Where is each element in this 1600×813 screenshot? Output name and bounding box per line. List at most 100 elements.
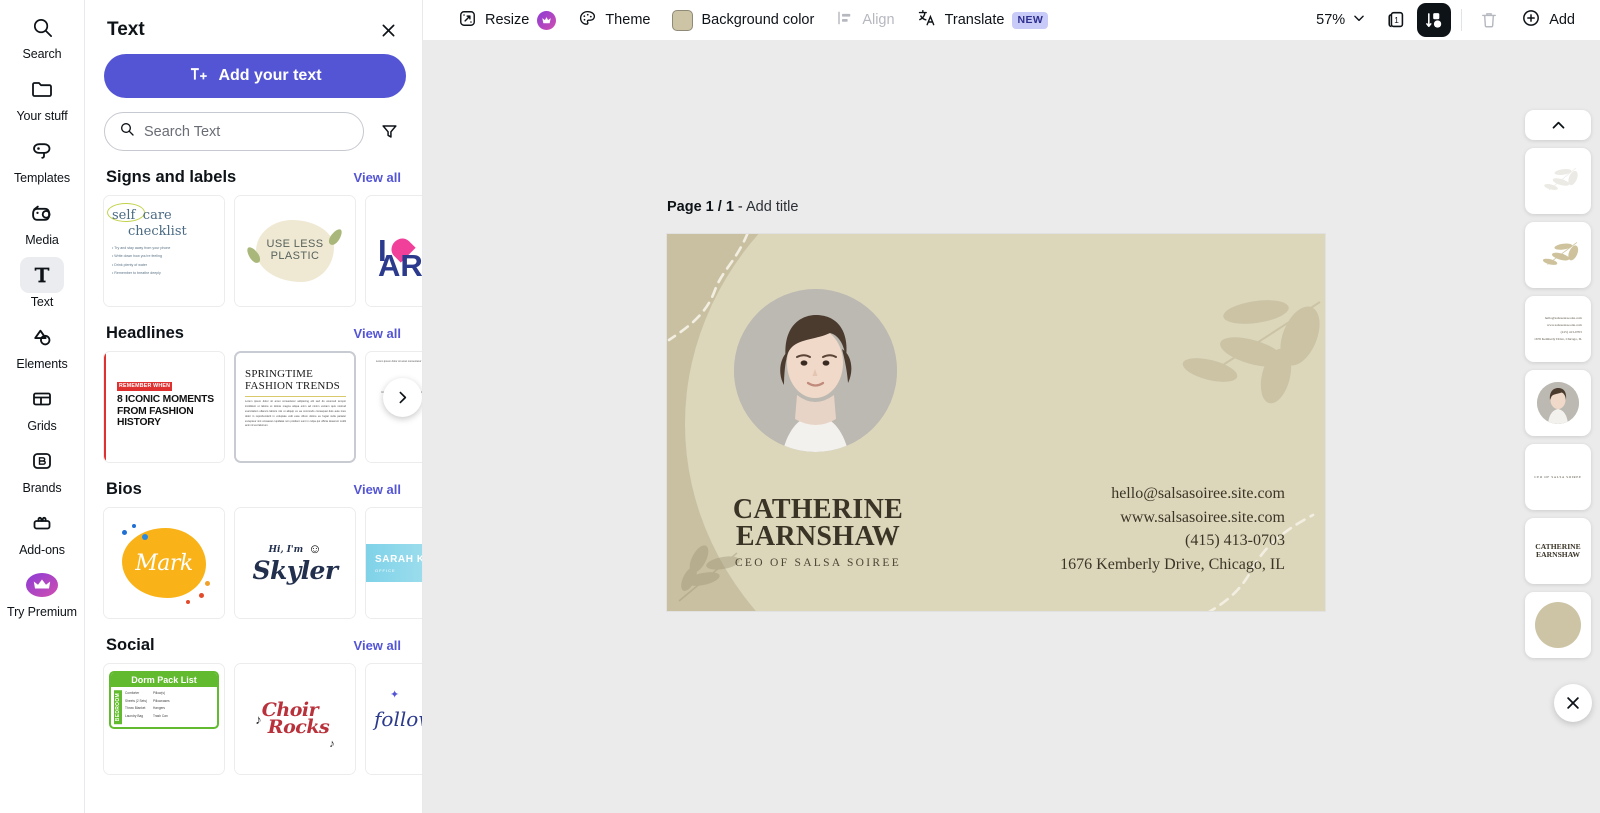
brands-icon bbox=[20, 443, 64, 479]
align-button: Align bbox=[825, 4, 905, 36]
delete-button[interactable] bbox=[1472, 3, 1506, 37]
layer-item-background-shape[interactable] bbox=[1525, 592, 1591, 658]
zoom-control[interactable]: 57% bbox=[1307, 4, 1375, 36]
name-text-block[interactable]: CATHERINE EARNSHAW CEO OF SALSA SOIREE bbox=[723, 494, 913, 569]
translate-button[interactable]: Translate NEW bbox=[906, 4, 1060, 36]
template-thumb-choir-rocks[interactable]: ♪ Choir Rocks ♪ bbox=[234, 663, 356, 775]
thumb-line3: checklist bbox=[128, 224, 187, 239]
avatar[interactable] bbox=[734, 289, 897, 452]
close-icon[interactable] bbox=[374, 16, 402, 44]
template-thumb-self-care-checklist[interactable]: self care checklist • Try and stay away … bbox=[103, 195, 225, 307]
sidebar-item-elements[interactable]: Elements bbox=[6, 316, 78, 371]
layers-close-button[interactable] bbox=[1554, 684, 1592, 722]
template-thumb-skyler-bio[interactable]: Hi, I'm ☺ Skyler bbox=[234, 507, 356, 619]
dot-decoration bbox=[122, 530, 127, 535]
layers-panel: hello@salsasoiree.site.com www.salsasoir… bbox=[1524, 110, 1592, 658]
thumb-line2: Rocks bbox=[267, 716, 330, 738]
crown-icon bbox=[537, 10, 557, 30]
section-header-bios: Bios View all bbox=[103, 480, 404, 499]
name-line2: EARNSHAW bbox=[1536, 550, 1580, 559]
contact-website: www.salsasoiree.site.com bbox=[1120, 508, 1285, 526]
page-count-button[interactable]: 1 bbox=[1379, 3, 1413, 37]
template-thumb-follow-post[interactable]: ✦ follow 10 bbox=[365, 663, 422, 775]
sidebar-item-templates[interactable]: Templates bbox=[6, 130, 78, 185]
align-label: Align bbox=[862, 12, 895, 28]
design-canvas[interactable]: CATHERINE EARNSHAW CEO OF SALSA SOIREE h… bbox=[667, 234, 1325, 611]
view-all-signs-and-labels[interactable]: View all bbox=[354, 170, 401, 185]
dot-decoration bbox=[142, 534, 148, 540]
thumb-line2: AR bbox=[378, 248, 423, 283]
sidebar-label: Media bbox=[25, 233, 59, 247]
music-note-icon: ♪ bbox=[329, 738, 335, 750]
layer-item-leaf-gold[interactable] bbox=[1525, 222, 1591, 288]
sidebar-label: Search bbox=[22, 47, 62, 61]
contact-address: 1676 Kemberly Drive, Chicago, IL bbox=[1534, 337, 1582, 342]
layer-item-name-text[interactable]: CATHERINE EARNSHAW bbox=[1525, 518, 1591, 584]
add-your-text-button[interactable]: Add your text bbox=[104, 54, 406, 98]
view-all-headlines[interactable]: View all bbox=[354, 326, 401, 341]
sidebar-item-your-stuff[interactable]: Your stuff bbox=[6, 68, 78, 123]
resize-button[interactable]: Resize bbox=[447, 4, 567, 36]
layer-item-photo[interactable] bbox=[1525, 370, 1591, 436]
search-input-wrapper[interactable] bbox=[104, 112, 364, 151]
view-all-social[interactable]: View all bbox=[354, 638, 401, 653]
list-item: Sheets (2 Sets) bbox=[125, 698, 147, 703]
thumb-bullet: • Write down how you're feeling bbox=[112, 254, 163, 259]
template-thumb-iconic-moments[interactable]: REMEMBER WHEN 8 ICONIC MOMENTS FROM FASH… bbox=[103, 351, 225, 463]
contact-email: hello@salsasoiree.site.com bbox=[1111, 485, 1285, 502]
sidebar-item-grids[interactable]: Grids bbox=[6, 378, 78, 433]
portrait-photo bbox=[734, 289, 897, 452]
template-thumb-springtime-fashion-trends[interactable]: SPRINGTIME FASHION TRENDS Lorem ipsum do… bbox=[234, 351, 356, 463]
dot-decoration bbox=[186, 600, 190, 604]
section-header-headlines: Headlines View all bbox=[103, 324, 404, 343]
section-title: Signs and labels bbox=[106, 168, 237, 186]
smiley-icon: ☺ bbox=[308, 541, 322, 556]
sidebar-label: Try Premium bbox=[7, 605, 77, 619]
name-line1: CATHERINE bbox=[732, 494, 904, 525]
sidebar-label: Elements bbox=[16, 357, 68, 371]
thumb-side-label: BEDROOM bbox=[114, 690, 122, 725]
theme-icon bbox=[578, 9, 597, 32]
sidebar-item-media[interactable]: Media bbox=[6, 192, 78, 247]
view-all-bios[interactable]: View all bbox=[354, 482, 401, 497]
sidebar-item-try-premium[interactable]: Try Premium bbox=[6, 564, 78, 619]
thumb-word: Mark bbox=[135, 550, 193, 576]
resize-label: Resize bbox=[485, 12, 530, 28]
template-thumb-dorm-pack-list[interactable]: Dorm Pack List BEDROOM Comforter Sheets … bbox=[103, 663, 225, 775]
theme-button[interactable]: Theme bbox=[567, 4, 661, 36]
layer-item-contact-text[interactable]: hello@salsasoiree.site.com www.salsasoir… bbox=[1525, 296, 1591, 362]
layer-item-role-text[interactable]: CEO OF SALSA SOIREE bbox=[1525, 444, 1591, 510]
sidebar-item-brands[interactable]: Brands bbox=[6, 440, 78, 495]
search-input[interactable] bbox=[144, 123, 349, 140]
background-color-button[interactable]: Background color bbox=[661, 4, 825, 36]
add-button[interactable]: Add bbox=[1510, 4, 1586, 36]
new-badge: NEW bbox=[1012, 11, 1049, 29]
template-thumb-i-heart-art[interactable]: I AR bbox=[365, 195, 423, 307]
sidebar-item-add-ons[interactable]: Add-ons bbox=[6, 502, 78, 557]
thumb-row-signs-and-labels: self care checklist • Try and stay away … bbox=[103, 195, 422, 307]
carousel-next-button[interactable] bbox=[383, 378, 422, 417]
filter-icon[interactable] bbox=[374, 117, 404, 147]
resize-icon bbox=[458, 9, 477, 32]
media-icon bbox=[20, 195, 64, 231]
sidebar-item-search[interactable]: Search bbox=[6, 6, 78, 61]
editor-canvas-area: Page 1 / 1 - Add title CATHERINE EARNSHA… bbox=[423, 40, 1600, 813]
template-thumb-use-less-plastic[interactable]: USE LESS PLASTIC bbox=[234, 195, 356, 307]
canva-editor: Search Your stuff Templates Media Text E… bbox=[0, 0, 1600, 813]
layers-collapse-button[interactable] bbox=[1525, 110, 1591, 140]
search-icon bbox=[20, 9, 64, 45]
layer-item-leaf-light[interactable] bbox=[1525, 148, 1591, 214]
translate-label: Translate bbox=[944, 12, 1005, 28]
arrange-position-button[interactable] bbox=[1417, 3, 1452, 37]
template-thumb-mark-bio[interactable]: Mark bbox=[103, 507, 225, 619]
page-title[interactable]: Add title bbox=[746, 199, 798, 215]
thumb-heading: Dorm Pack List bbox=[111, 673, 217, 687]
contact-text-block[interactable]: hello@salsasoiree.site.com www.salsasoir… bbox=[1060, 482, 1285, 577]
sidebar-item-text[interactable]: Text bbox=[6, 254, 78, 309]
template-thumb-sarah-bio[interactable]: SARAH KA OFFICE bbox=[365, 507, 422, 619]
dot-decoration bbox=[199, 593, 204, 598]
section-header-signs-and-labels: Signs and labels View all bbox=[103, 168, 404, 187]
sidebar-label: Text bbox=[30, 295, 54, 309]
page-label[interactable]: Page 1 / 1 - Add title bbox=[667, 199, 798, 215]
templates-icon bbox=[20, 133, 64, 169]
